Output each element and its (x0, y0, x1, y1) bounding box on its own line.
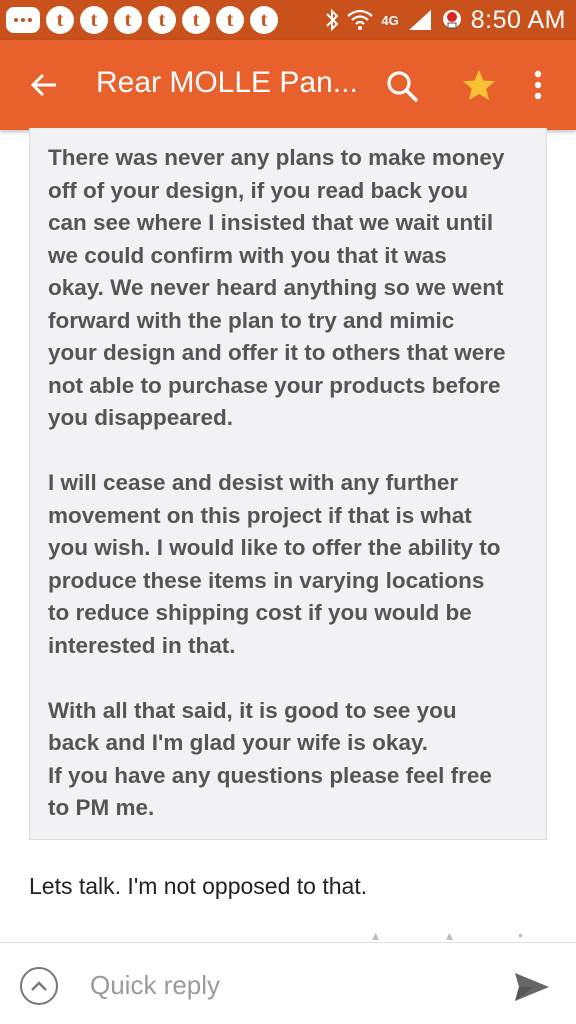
quote-line: off of your design, if you read back you (48, 177, 469, 203)
tumblr-icon: t (182, 6, 210, 34)
app-notification-icon (442, 10, 461, 29)
notification-icons: t t t t t t t (6, 6, 278, 34)
quote-paragraph: There was never any plans to make money … (48, 142, 528, 435)
quoted-message: There was never any plans to make money … (29, 128, 547, 840)
quote-line: you disappeared. (48, 405, 234, 430)
quote-line: we could confirm with you that it was (48, 242, 447, 268)
network-type: 4G (381, 12, 399, 28)
send-icon (515, 973, 549, 1001)
share-icon[interactable]: ▴ (446, 928, 460, 942)
post-actions: ▴ ▴ • (350, 928, 550, 942)
tumblr-icon: t (148, 6, 176, 34)
quote-line: movement on this project if that is what (48, 502, 472, 528)
more-vert-icon (534, 70, 542, 100)
tumblr-icon: t (216, 6, 244, 34)
thread-title: Rear MOLLE Pan... (96, 66, 358, 99)
wifi-icon (347, 9, 374, 30)
post-body: Lets talk. I'm not opposed to that. (29, 873, 368, 899)
chevron-up-icon (31, 981, 47, 991)
quote-line: With all that said, it is good to see yo… (48, 697, 457, 723)
messages-icon (6, 7, 40, 33)
quote-paragraph: With all that said, it is good to see yo… (48, 695, 528, 825)
search-icon (387, 71, 418, 102)
quote-line: to reduce shipping cost if you would be (48, 600, 472, 625)
quote-line: I will cease and desist with any further (48, 470, 459, 495)
expand-reply-button[interactable] (20, 967, 58, 1005)
overflow-icon[interactable]: • (518, 928, 532, 942)
clock: 8:50 AM (470, 5, 566, 34)
search-button[interactable] (380, 64, 424, 108)
quote-line: to PM me. (48, 795, 155, 820)
quote-line: interested in that. (48, 632, 236, 658)
quote-line: back and I'm glad your wife is okay. (48, 730, 429, 755)
quote-line: If you have any questions please feel fr… (48, 762, 492, 788)
tumblr-icon: t (80, 6, 108, 34)
quote-paragraph: I will cease and desist with any further… (48, 467, 528, 662)
system-indicators: 4G 8:50 AM (325, 2, 566, 38)
more-options-button[interactable] (520, 62, 556, 108)
quote-line: your design and offer it to others that … (48, 340, 506, 365)
quick-reply-bar (0, 942, 576, 1024)
quote-line: There was never any plans to make money (48, 145, 505, 170)
quote-line: okay. We never heard anything so we went (48, 275, 504, 300)
bluetooth-icon (326, 8, 339, 32)
quote-line: you wish. I would like to offer the abil… (48, 535, 501, 560)
like-icon[interactable]: ▴ (372, 928, 386, 942)
tumblr-icon: t (114, 6, 142, 34)
tumblr-icon: t (46, 6, 74, 34)
app-bar: Rear MOLLE Pan... (0, 40, 576, 130)
quote-line: forward with the plan to try and mimic (48, 307, 455, 333)
quick-reply-input[interactable] (76, 963, 476, 1007)
send-button[interactable] (510, 965, 554, 1009)
quote-line: can see where I insisted that we wait un… (48, 210, 494, 235)
quote-line: not able to purchase your products befor… (48, 372, 501, 398)
arrow-left-icon (30, 73, 56, 97)
star-icon (463, 70, 495, 100)
favorite-button[interactable] (456, 62, 502, 108)
signal-icon (408, 10, 431, 30)
back-button[interactable] (16, 62, 72, 108)
tumblr-icon: t (250, 6, 278, 34)
status-bar: t t t t t t t 4G 8:50 AM (0, 0, 576, 40)
quote-line: produce these items in varying locations (48, 567, 485, 593)
